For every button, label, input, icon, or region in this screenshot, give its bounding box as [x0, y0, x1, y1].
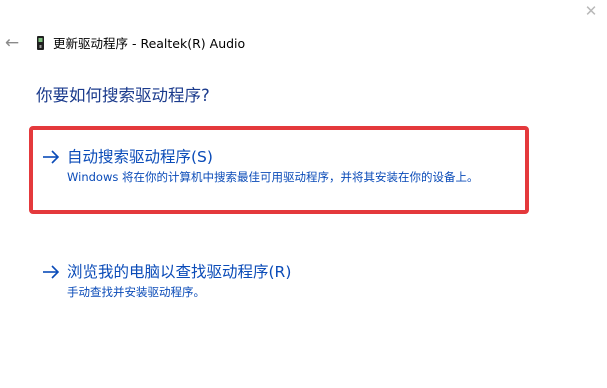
close-icon: ✕	[584, 2, 598, 20]
window-title: 更新驱动程序 - Realtek(R) Audio	[53, 36, 246, 51]
auto-search-option-title: 自动搜索驱动程序(S)	[67, 148, 213, 166]
device-icon	[37, 36, 44, 50]
arrow-right-icon	[43, 150, 60, 164]
auto-search-option-description: Windows 将在你的计算机中搜索最佳可用驱动程序，并将其安装在你的设备上。	[67, 170, 479, 184]
arrow-right-icon	[43, 265, 60, 279]
close-button[interactable]: ✕	[582, 2, 600, 20]
browse-computer-option-description: 手动查找并安装驱动程序。	[67, 285, 205, 299]
browse-computer-option-title: 浏览我的电脑以查找驱动程序(R)	[67, 263, 292, 281]
back-button[interactable]: ←	[3, 33, 21, 53]
back-arrow-icon: ←	[4, 33, 20, 53]
page-heading: 你要如何搜索驱动程序?	[36, 86, 210, 105]
